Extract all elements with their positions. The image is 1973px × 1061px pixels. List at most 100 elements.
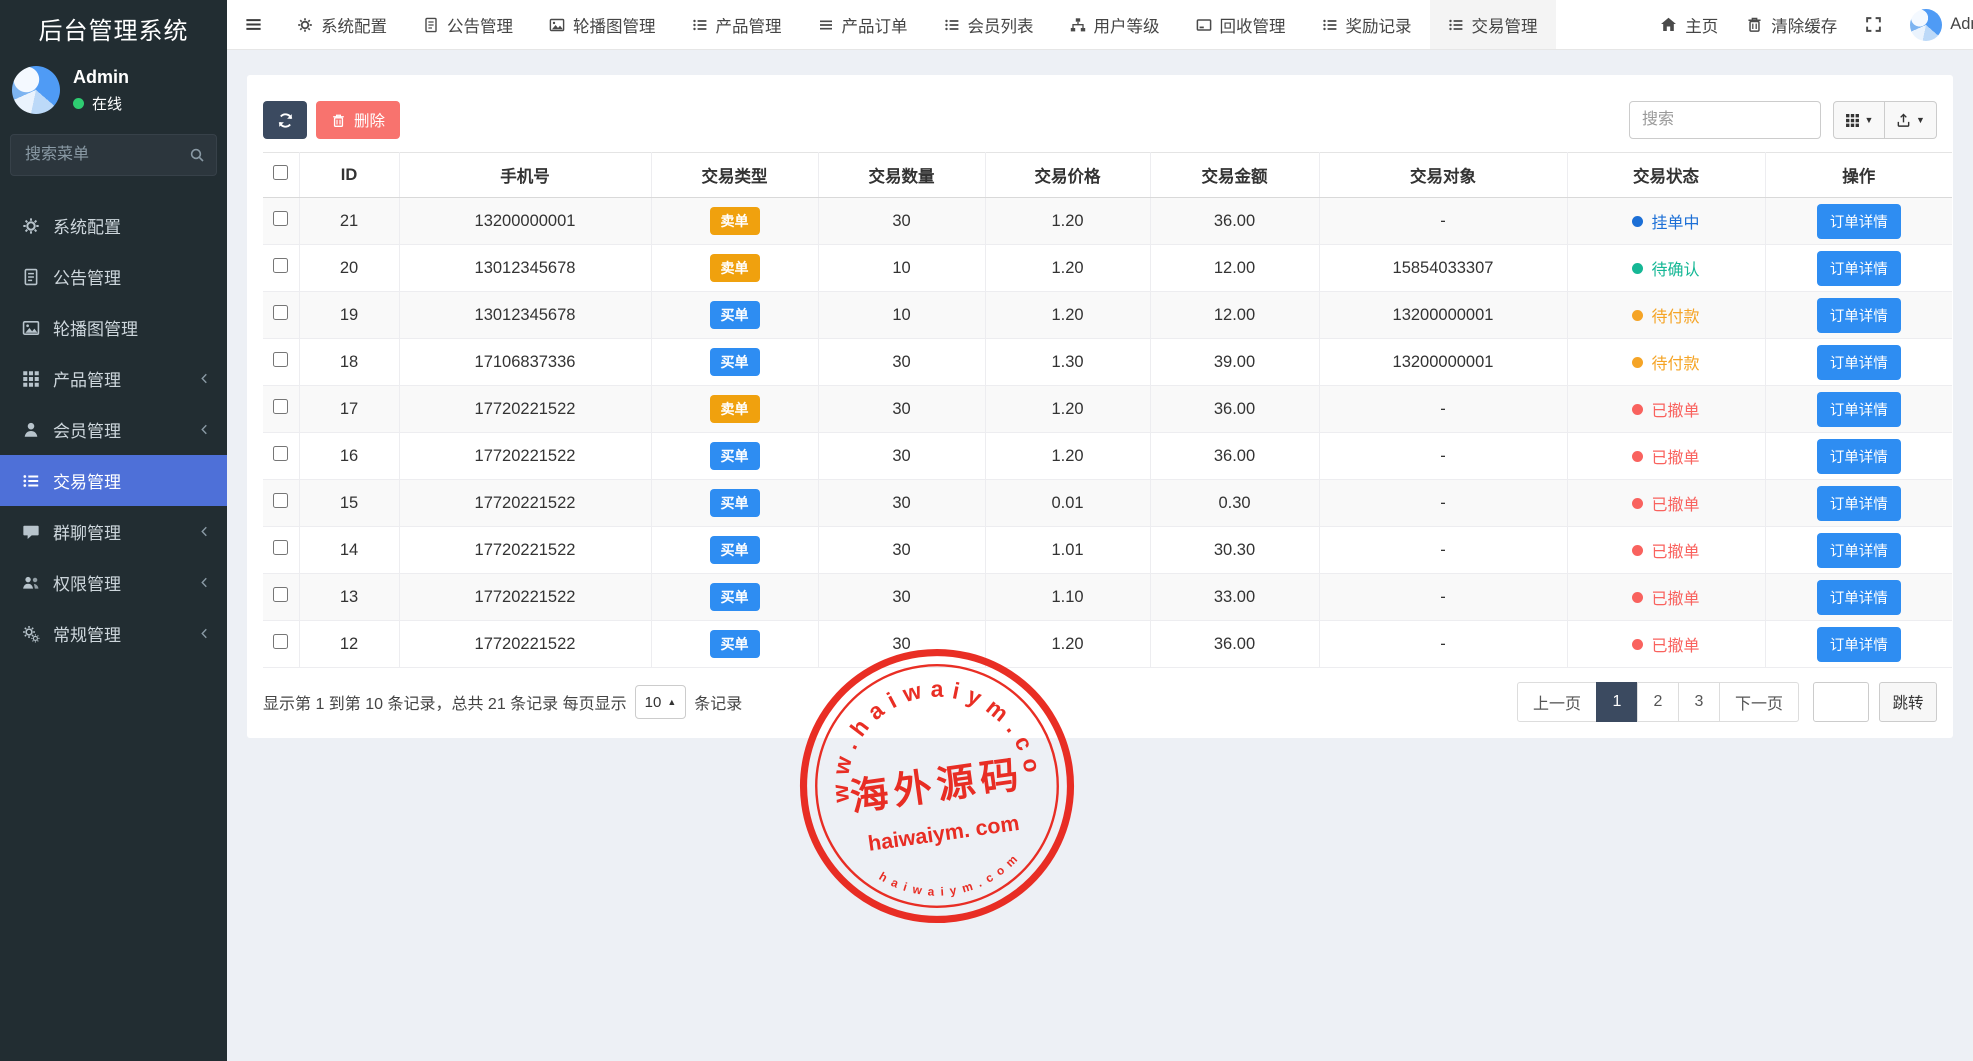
row-checkbox[interactable] [273,634,288,649]
row-checkbox[interactable] [273,211,288,226]
chevron-left-icon [198,423,211,436]
columns-dropdown-button[interactable]: ▼ [1833,101,1885,139]
page-size-dropdown[interactable]: 10▲ [635,685,687,719]
cell-phone: 17720221522 [399,480,651,527]
trades-table: ID 手机号 交易类型 交易数量 交易价格 交易金额 交易对象 交易状态 操作 … [263,152,1952,668]
topnav-carousel[interactable]: 轮播图管理 [531,0,674,49]
pagination-page-2[interactable]: 2 [1637,682,1679,722]
trash-icon [1746,16,1763,33]
trade-type-badge: 买单 [710,442,760,470]
row-checkbox[interactable] [273,305,288,320]
pagination-page-3[interactable]: 3 [1678,682,1720,722]
row-checkbox[interactable] [273,540,288,555]
topnav-announcement[interactable]: 公告管理 [405,0,531,49]
cell-target: - [1319,433,1567,480]
user-avatar[interactable] [12,66,60,114]
order-detail-button[interactable]: 订单详情 [1817,580,1901,615]
topnav-trade[interactable]: 交易管理 [1430,0,1556,49]
cell-qty: 30 [818,574,985,621]
status-badge: 已撤单 [1632,632,1699,656]
order-detail-button[interactable]: 订单详情 [1817,627,1901,662]
fullscreen-button[interactable] [1865,16,1882,33]
status-badge: 已撤单 [1632,491,1699,515]
order-detail-button[interactable]: 订单详情 [1817,392,1901,427]
topnav-reward[interactable]: 奖励记录 [1304,0,1430,49]
lines-icon [818,17,834,33]
sidebar-item-permission[interactable]: 权限管理 [0,557,227,608]
home-link[interactable]: 主页 [1660,13,1718,37]
admin-avatar [1910,9,1942,41]
admin-menu[interactable]: Admin [1910,9,1973,41]
row-checkbox[interactable] [273,352,288,367]
cell-target: - [1319,198,1567,245]
export-dropdown-button[interactable]: ▼ [1885,101,1937,139]
cell-id: 18 [299,339,399,386]
sidebar-search-input[interactable] [10,134,217,176]
sidebar-item-member[interactable]: 会员管理 [0,404,227,455]
row-checkbox[interactable] [273,399,288,414]
table-search-input[interactable] [1629,101,1821,139]
sitemap-icon [1070,17,1086,33]
col-header-phone: 手机号 [399,153,651,198]
online-dot-icon [73,98,84,109]
comment-icon [22,523,40,541]
cell-phone: 17106837336 [399,339,651,386]
col-header-target: 交易对象 [1319,153,1567,198]
topnav-user-level[interactable]: 用户等级 [1052,0,1178,49]
sidebar-item-trade[interactable]: 交易管理 [0,455,227,506]
pagination-prev[interactable]: 上一页 [1517,682,1597,722]
cell-amount: 36.00 [1150,433,1319,480]
topnav-product-order[interactable]: 产品订单 [800,0,926,49]
status-dot-icon [1632,498,1643,509]
order-detail-button[interactable]: 订单详情 [1817,251,1901,286]
cell-qty: 30 [818,433,985,480]
row-checkbox[interactable] [273,446,288,461]
caret-down-icon: ▼ [1916,116,1925,125]
row-checkbox[interactable] [273,258,288,273]
order-detail-button[interactable]: 订单详情 [1817,298,1901,333]
status-dot-icon [1632,310,1643,321]
topbar: 系统配置 公告管理 轮播图管理 产品管理 产品订单 会员列表 用户等级 回收管理… [227,0,1973,50]
row-checkbox[interactable] [273,587,288,602]
refresh-button[interactable] [263,101,307,139]
topnav-system-config[interactable]: 系统配置 [279,0,405,49]
cell-target: 13200000001 [1319,292,1567,339]
topnav-recycle[interactable]: 回收管理 [1178,0,1304,49]
sidebar-toggle-button[interactable] [227,0,279,49]
sidebar-item-general[interactable]: 常规管理 [0,608,227,659]
pagination-page-1[interactable]: 1 [1596,682,1638,722]
sidebar-item-product[interactable]: 产品管理 [0,353,227,404]
delete-button[interactable]: 删除 [316,101,400,139]
sidebar-item-announcement[interactable]: 公告管理 [0,251,227,302]
order-detail-button[interactable]: 订单详情 [1817,204,1901,239]
order-detail-button[interactable]: 订单详情 [1817,439,1901,474]
order-detail-button[interactable]: 订单详情 [1817,345,1901,380]
sidebar-item-carousel[interactable]: 轮播图管理 [0,302,227,353]
clear-cache-button[interactable]: 清除缓存 [1746,13,1837,37]
status-dot-icon [1632,451,1643,462]
sidebar-item-system-config[interactable]: 系统配置 [0,200,227,251]
cell-phone: 17720221522 [399,433,651,480]
sidebar-item-groupchat[interactable]: 群聊管理 [0,506,227,557]
topnav-product[interactable]: 产品管理 [674,0,800,49]
row-checkbox[interactable] [273,493,288,508]
select-all-checkbox[interactable] [273,165,288,180]
status-dot-icon [1632,357,1643,368]
trade-type-badge: 买单 [710,630,760,658]
jump-page-input[interactable] [1813,682,1869,722]
pagination-next[interactable]: 下一页 [1719,682,1799,722]
refresh-icon [277,112,294,129]
topnav-member-list[interactable]: 会员列表 [926,0,1052,49]
status-dot-icon [1632,404,1643,415]
cell-qty: 30 [818,198,985,245]
order-detail-button[interactable]: 订单详情 [1817,533,1901,568]
jump-button[interactable]: 跳转 [1879,682,1937,722]
trade-type-badge: 卖单 [710,207,760,235]
table-row: 12 17720221522 买单 30 1.20 36.00 - 已撤单 订单… [263,621,1952,668]
list-icon [1322,17,1338,33]
main-content: 删除 ▼ ▼ ID 手机号 [227,50,1973,1061]
trade-table-card: 删除 ▼ ▼ ID 手机号 [247,75,1953,738]
order-detail-button[interactable]: 订单详情 [1817,486,1901,521]
chevron-left-icon [198,372,211,385]
list-icon [692,17,708,33]
